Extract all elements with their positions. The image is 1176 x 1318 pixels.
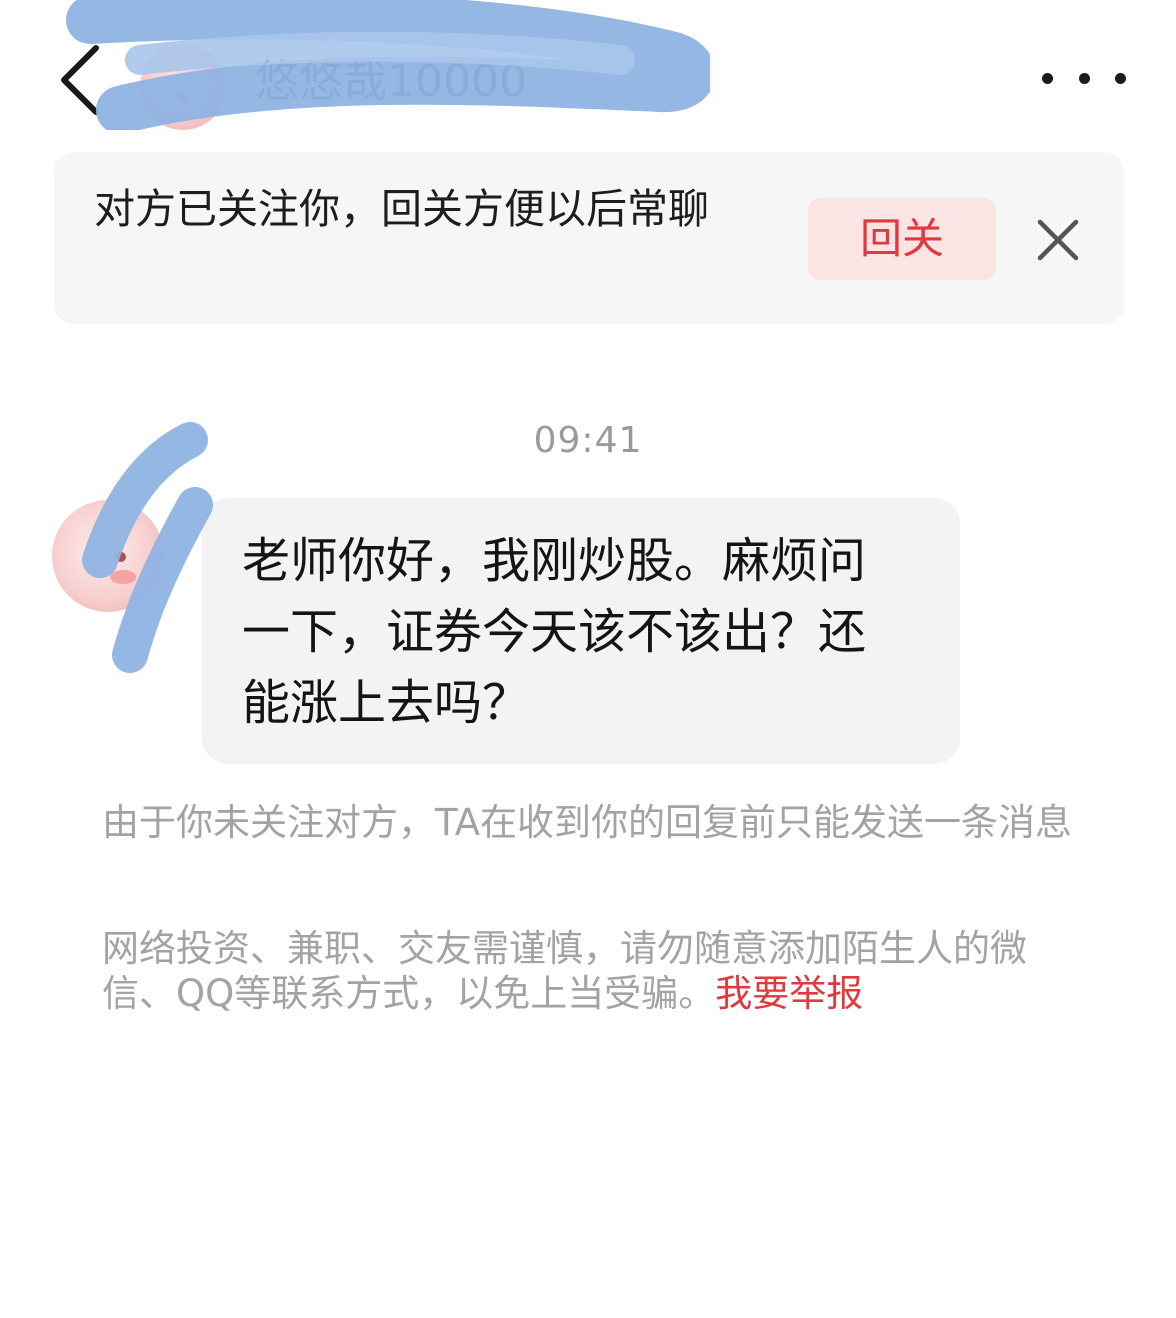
contact-avatar[interactable] (140, 44, 226, 130)
chevron-left-icon (61, 45, 99, 115)
contact-name[interactable]: 悠悠哉10000 (255, 52, 527, 112)
message-limit-notice: 由于你未关注对方，TA在收到你的回复前只能发送一条消息 (102, 801, 1073, 844)
more-dots-icon-dot (1078, 72, 1090, 84)
safety-notice: 网络投资、兼职、交友需谨慎，请勿随意添加陌生人的微信、QQ等联系方式，以免上当受… (102, 926, 1082, 1016)
message-text: 老师你好，我刚炒股。麻烦问一下，证券今天该不该出？还能涨上去吗？ (242, 533, 867, 731)
report-link[interactable]: 我要举报 (715, 972, 863, 1015)
follow-back-button[interactable]: 回关 (808, 198, 996, 280)
chat-header: 悠悠哉10000 (0, 0, 1176, 150)
close-banner-button[interactable] (1034, 216, 1082, 264)
more-options-button[interactable] (1042, 56, 1126, 100)
message-timestamp: 09:41 (533, 420, 643, 461)
follow-back-banner: 对方已关注你，回关方便以后常聊 回关 (54, 152, 1124, 324)
message-bubble[interactable]: 老师你好，我刚炒股。麻烦问一下，证券今天该不该出？还能涨上去吗？ (202, 498, 960, 764)
close-icon (1037, 219, 1079, 261)
sender-avatar[interactable] (52, 500, 164, 612)
back-button[interactable] (52, 40, 112, 120)
more-dots-icon-dot (1115, 72, 1126, 84)
safety-notice-text: 网络投资、兼职、交友需谨慎，请勿随意添加陌生人的微信、QQ等联系方式，以免上当受… (102, 927, 1027, 1015)
follow-banner-text: 对方已关注你，回关方便以后常聊 (94, 185, 709, 233)
more-dots-icon (1042, 72, 1053, 84)
